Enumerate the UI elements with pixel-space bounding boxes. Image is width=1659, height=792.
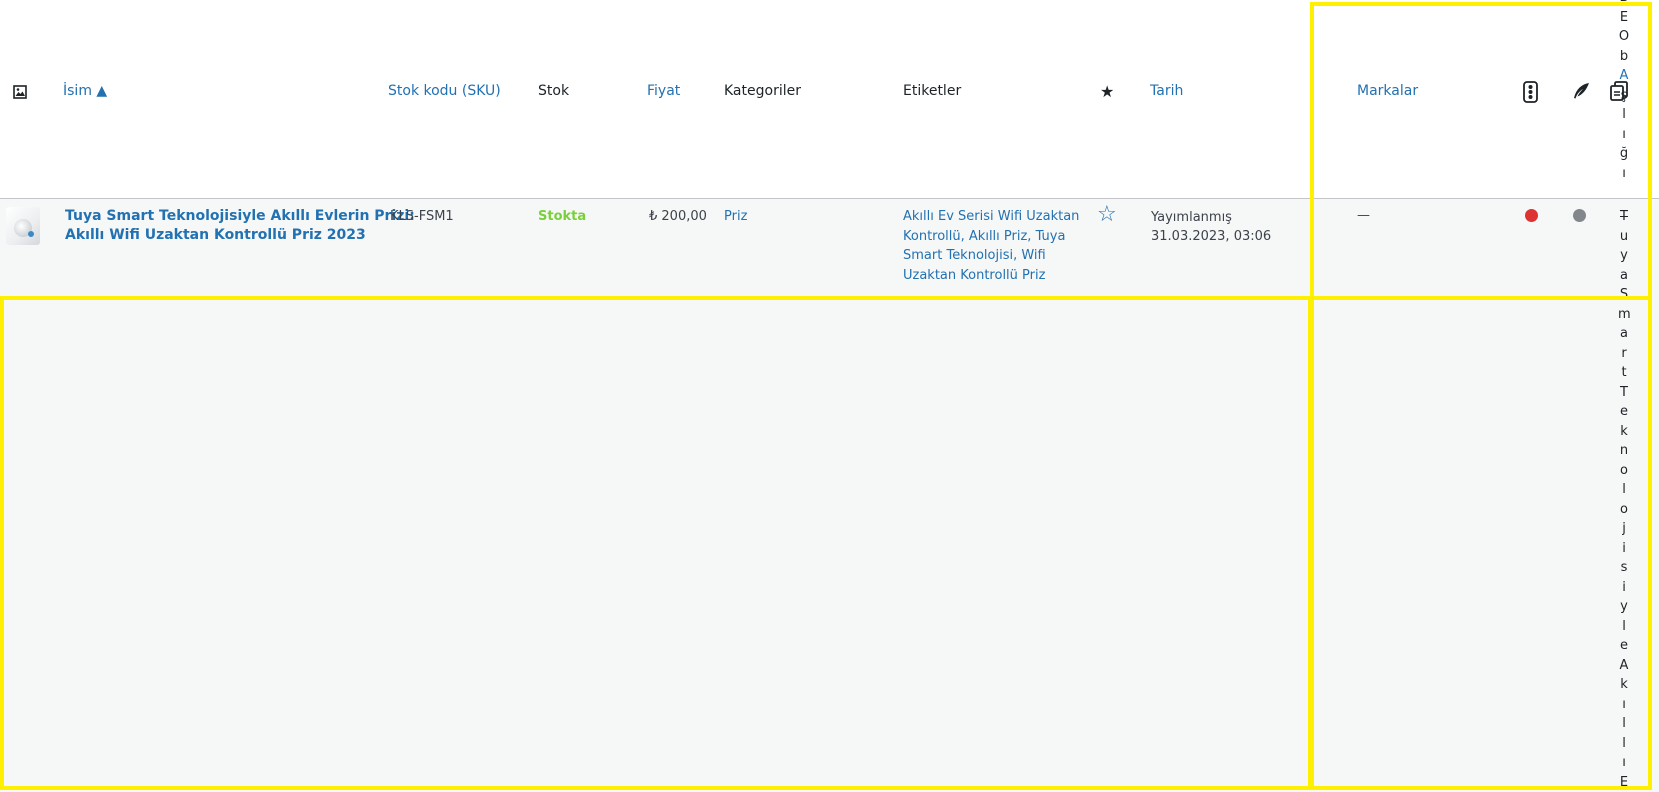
highlight-box-below-row	[0, 296, 1312, 790]
stock-status: Stokta	[538, 209, 587, 224]
highlight-box-right-columns-header	[1310, 2, 1652, 300]
publish-date: 31.03.2023, 03:06	[1151, 229, 1272, 244]
product-date: Yayımlanmış 31.03.2023, 03:06	[1151, 208, 1271, 246]
category-link-priz[interactable]: Priz	[724, 209, 747, 224]
featured-toggle-star-icon[interactable]: ☆	[1097, 202, 1117, 227]
product-name-link[interactable]: Tuya Smart Teknolojisiyle Akıllı Evlerin…	[65, 207, 415, 245]
featured-star-icon[interactable]: ★	[1100, 82, 1114, 101]
column-header-date[interactable]: Tarih	[1150, 83, 1183, 99]
column-header-tags: Etiketler	[903, 83, 962, 99]
highlight-box-right-columns-below	[1310, 296, 1652, 790]
product-sku: KLS-FSM1	[390, 209, 454, 224]
product-thumbnail[interactable]	[6, 207, 40, 245]
publish-status: Yayımlanmış	[1151, 210, 1232, 225]
product-tags[interactable]: Akıllı Ev Serisi Wifi Uzaktan Kontrollü,…	[903, 207, 1079, 285]
column-header-name[interactable]: İsim ▲	[63, 83, 107, 99]
column-header-price[interactable]: Fiyat	[647, 83, 680, 99]
column-header-categories: Kategoriler	[724, 83, 801, 99]
image-column-icon	[13, 85, 27, 103]
column-header-stock: Stok	[538, 83, 570, 99]
column-header-sku[interactable]: Stok kodu (SKU)	[388, 83, 501, 99]
product-price: ₺ 200,00	[649, 209, 707, 224]
wifi-dot-icon	[28, 231, 34, 237]
